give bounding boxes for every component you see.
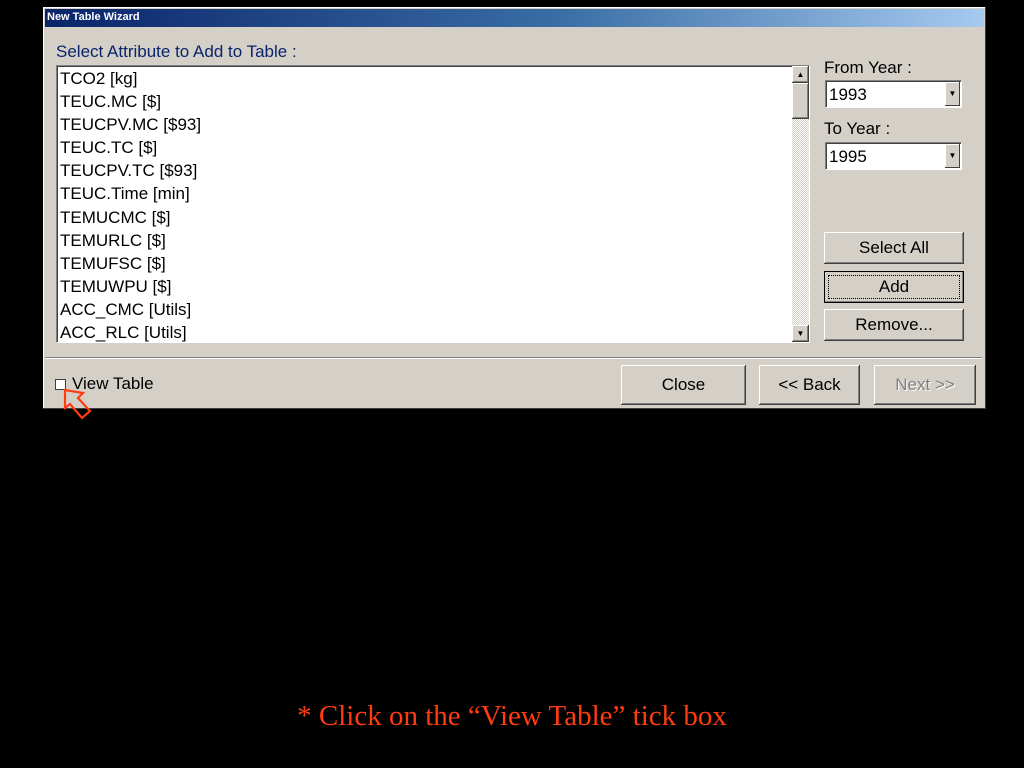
from-year-label: From Year : [824, 58, 912, 77]
chevron-down-icon[interactable]: ▼ [945, 82, 960, 106]
instruction-caption: * Click on the “View Table” tick box [297, 700, 727, 732]
attribute-listbox[interactable]: TCO2 [kg] TEUC.MC [$] TEUCPV.MC [$93] TE… [56, 65, 810, 343]
to-year-select[interactable]: 1995 ▼ [825, 142, 962, 170]
attribute-panel: Select Attribute to Add to Table : TCO2 … [45, 29, 982, 358]
list-item[interactable]: TEUCPV.TC [$93] [60, 159, 790, 182]
scroll-thumb[interactable] [792, 83, 809, 119]
list-item[interactable]: TEMUFSC [$] [60, 252, 790, 275]
from-year-select[interactable]: 1993 ▼ [825, 80, 962, 108]
close-button[interactable]: Close [621, 365, 746, 405]
list-item[interactable]: TEUCPV.MC [$93] [60, 113, 790, 136]
attribute-list-items: TCO2 [kg] TEUC.MC [$] TEUCPV.MC [$93] TE… [60, 67, 790, 342]
to-year-value: 1995 [829, 147, 867, 166]
window-title: New Table Wizard [47, 11, 140, 23]
list-item[interactable]: TEUC.TC [$] [60, 136, 790, 159]
new-table-wizard-dialog: New Table Wizard Select Attribute to Add… [43, 7, 986, 409]
list-item[interactable]: ACC_RLC [Utils] [60, 321, 790, 342]
list-scrollbar[interactable]: ▲ ▼ [792, 66, 809, 342]
next-button: Next >> [874, 365, 976, 405]
scroll-down-arrow-icon[interactable]: ▼ [792, 325, 809, 342]
list-item[interactable]: TEMURLC [$] [60, 229, 790, 252]
list-item[interactable]: TEUC.MC [$] [60, 90, 790, 113]
from-year-value: 1993 [829, 85, 867, 104]
list-item[interactable]: TEUC.Time [min] [60, 182, 790, 205]
attribute-list-label: Select Attribute to Add to Table : [56, 42, 297, 61]
list-item[interactable]: ACC_CMC [Utils] [60, 298, 790, 321]
list-item[interactable]: TEMUWPU [$] [60, 275, 790, 298]
title-bar[interactable]: New Table Wizard [45, 9, 984, 27]
add-button[interactable]: Add [824, 271, 964, 303]
arrow-pointer-icon [63, 388, 92, 420]
to-year-label: To Year : [824, 119, 891, 138]
back-button[interactable]: << Back [759, 365, 860, 405]
list-item[interactable]: TEMUCMC [$] [60, 206, 790, 229]
chevron-down-icon[interactable]: ▼ [945, 144, 960, 168]
list-item[interactable]: TCO2 [kg] [60, 67, 790, 90]
select-all-button[interactable]: Select All [824, 232, 964, 264]
remove-button[interactable]: Remove... [824, 309, 964, 341]
scroll-up-arrow-icon[interactable]: ▲ [792, 66, 809, 83]
